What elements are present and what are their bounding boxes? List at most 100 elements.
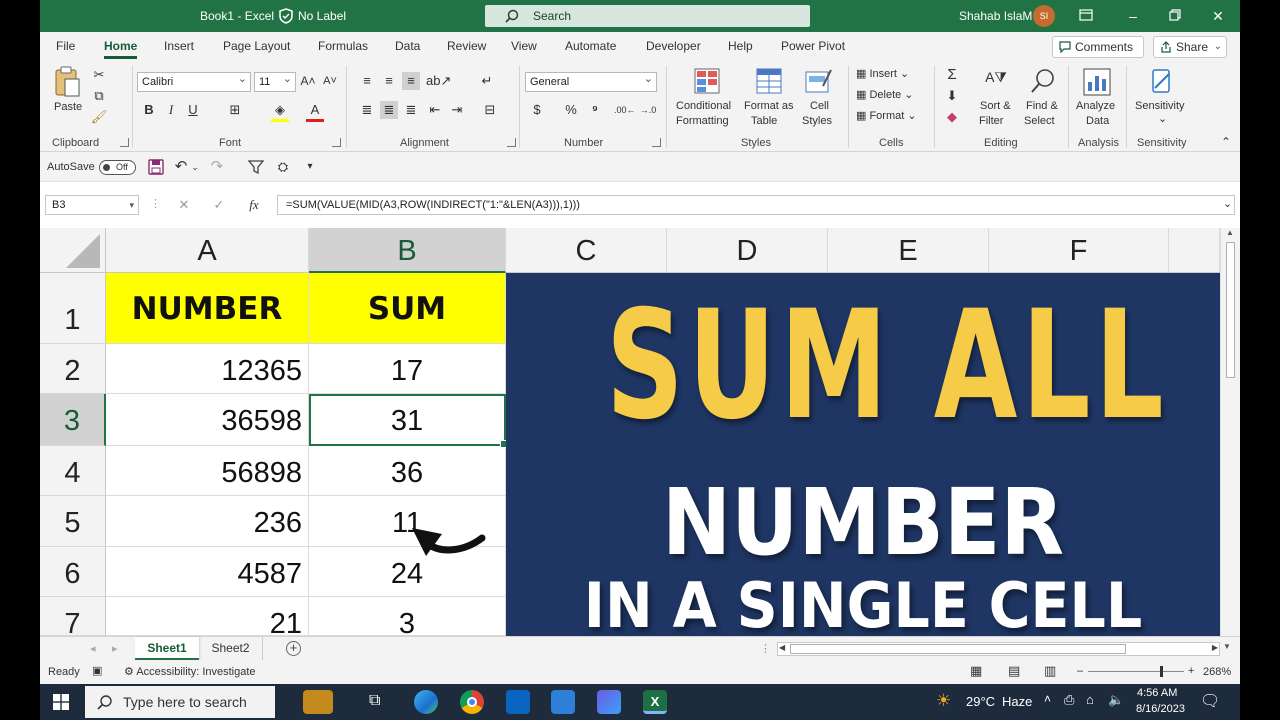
font-size-select[interactable]: 11 <box>254 70 296 92</box>
weather-condition[interactable]: Haze <box>1002 694 1032 709</box>
increase-indent-icon[interactable]: ⇥ <box>448 101 466 119</box>
filter-icon[interactable] <box>248 159 264 175</box>
volume-icon[interactable]: 🔈 <box>1108 692 1124 708</box>
add-sheet-button[interactable]: + <box>286 641 301 656</box>
align-top-icon[interactable]: ≡ <box>358 72 376 90</box>
column-header-e[interactable]: E <box>828 228 989 273</box>
cell-b1[interactable]: SUM <box>309 273 506 344</box>
scroll-down-icon[interactable]: ▼ <box>1223 642 1231 651</box>
tab-help[interactable]: Help <box>728 39 753 53</box>
underline-icon[interactable]: U <box>185 101 201 119</box>
taskbar-search[interactable]: Type here to search <box>85 686 275 718</box>
cell-b7[interactable]: 3 <box>309 597 506 636</box>
horizontal-scrollbar[interactable]: ◀ ▶ <box>777 642 1220 656</box>
avatar[interactable]: SI <box>1033 5 1055 27</box>
cell-a7[interactable]: 21 <box>106 597 309 636</box>
ribbon-display-icon[interactable] <box>1076 6 1096 26</box>
tree-icon[interactable]: ⛭ <box>274 158 292 176</box>
clock-date[interactable]: 8/16/2023 <box>1136 703 1185 715</box>
excel-taskbar-icon[interactable]: X <box>643 690 667 714</box>
align-left-icon[interactable]: ≣ <box>358 101 376 119</box>
expand-formula-icon[interactable]: ⌄ <box>1223 197 1232 211</box>
tab-file[interactable]: File <box>56 39 75 53</box>
decrease-indent-icon[interactable]: ⇤ <box>426 101 444 119</box>
orientation-icon[interactable]: ab↗ <box>426 72 451 90</box>
scroll-left-icon[interactable]: ◀ <box>779 643 785 652</box>
copy-icon[interactable]: ⧉ <box>90 87 108 105</box>
row-header-1[interactable]: 1 <box>40 273 106 344</box>
formula-input[interactable]: =SUM(VALUE(MID(A3,ROW(INDIRECT("1:"&LEN(… <box>277 195 1235 215</box>
meet-now-icon[interactable]: ⎙ <box>1064 692 1074 708</box>
briefcase-icon[interactable] <box>303 690 333 714</box>
italic-icon[interactable]: I <box>163 101 179 119</box>
zoom-level[interactable]: 268% <box>1203 665 1231 679</box>
cut-icon[interactable]: ✂ <box>90 66 108 84</box>
autosave-toggle[interactable]: Off <box>99 160 136 175</box>
comma-style-icon[interactable]: ⁹ <box>586 101 604 119</box>
sheet-tab-sheet1[interactable]: Sheet1 <box>135 637 199 660</box>
font-color-icon[interactable]: A <box>306 101 324 122</box>
weather-temperature[interactable]: 29°C <box>966 694 995 709</box>
scrollbar-thumb[interactable] <box>1226 242 1235 378</box>
cell-a6[interactable]: 4587 <box>106 547 309 597</box>
sensitivity-button[interactable]: Sensitivity ⌄ <box>1132 66 1190 132</box>
borders-icon[interactable]: ⊞ <box>226 101 244 119</box>
wrap-text-icon[interactable]: ↵ <box>478 72 496 90</box>
fill-icon[interactable]: ⬇ <box>942 87 962 105</box>
align-bottom-icon[interactable]: ≡ <box>402 72 420 90</box>
zoom-slider[interactable] <box>1088 666 1184 677</box>
delete-cells-button[interactable]: ▦ Delete ⌄ <box>856 88 914 102</box>
align-center-icon[interactable]: ≣ <box>380 101 398 119</box>
row-header-3[interactable]: 3 <box>40 394 106 446</box>
tab-developer[interactable]: Developer <box>646 39 701 53</box>
currency-icon[interactable]: $ <box>528 101 546 119</box>
sensitivity-label[interactable]: No Label <box>298 9 346 23</box>
align-middle-icon[interactable]: ≡ <box>380 72 398 90</box>
column-header-c[interactable]: C <box>506 228 667 273</box>
tab-power-pivot[interactable]: Power Pivot <box>781 39 845 53</box>
cancel-icon[interactable]: ✕ <box>175 196 193 214</box>
minimize-button[interactable]: – <box>1123 6 1143 26</box>
scroll-right-icon[interactable]: ▶ <box>1212 643 1218 652</box>
tab-insert[interactable]: Insert <box>164 39 194 53</box>
scrollbar-thumb[interactable] <box>790 644 1126 654</box>
windows-start-icon[interactable] <box>53 694 69 710</box>
chrome-icon[interactable] <box>460 690 484 714</box>
find-select-button[interactable]: Find & Select <box>1020 66 1064 132</box>
restore-button[interactable] <box>1165 6 1185 26</box>
redo-icon[interactable]: ↷ <box>208 158 226 176</box>
tab-formulas[interactable]: Formulas <box>318 39 368 53</box>
save-icon[interactable] <box>148 159 164 175</box>
bold-icon[interactable]: B <box>141 101 157 119</box>
fill-color-icon[interactable]: ◈ <box>271 101 289 122</box>
conditional-formatting-button[interactable]: Conditional Formatting <box>674 66 740 132</box>
row-header-5[interactable]: 5 <box>40 496 106 547</box>
zoom-in-icon[interactable]: + <box>1188 664 1194 678</box>
undo-icon[interactable]: ↶ <box>172 158 190 176</box>
cell-a3[interactable]: 36598 <box>106 394 309 446</box>
clock-time[interactable]: 4:56 AM <box>1137 687 1177 699</box>
normal-view-icon[interactable]: ▦ <box>970 664 982 678</box>
format-as-table-button[interactable]: Format as Table <box>743 66 797 132</box>
network-icon[interactable]: ⌂ <box>1086 692 1094 707</box>
customize-qat-icon[interactable]: ▾ <box>304 158 316 176</box>
number-launcher-icon[interactable] <box>652 138 661 147</box>
store-icon[interactable] <box>551 690 575 714</box>
number-format-select[interactable]: General <box>525 70 657 92</box>
column-header-a[interactable]: A <box>106 228 309 273</box>
scroll-up-icon[interactable]: ▲ <box>1226 228 1234 237</box>
spreadsheet-grid[interactable]: A B C D E F 1 2 3 4 5 6 7 NUMBER SUM 123… <box>40 228 1240 640</box>
task-view-icon[interactable]: ⧉ <box>369 692 380 710</box>
chevron-down-icon[interactable]: ⌄ <box>190 158 200 176</box>
cell-b2[interactable]: 17 <box>309 344 506 394</box>
chevron-up-icon[interactable]: ˄ <box>1044 692 1051 706</box>
align-right-icon[interactable]: ≣ <box>402 101 420 119</box>
next-sheet-icon[interactable]: ▸ <box>112 642 118 656</box>
tab-data[interactable]: Data <box>395 39 420 53</box>
user-name[interactable]: Shahab IslaM <box>959 9 1032 23</box>
notifications-icon[interactable]: 🗨 <box>1200 691 1220 711</box>
decrease-font-icon[interactable]: A˅ <box>321 72 339 90</box>
percent-icon[interactable]: % <box>562 101 580 119</box>
column-header-b[interactable]: B <box>309 228 506 273</box>
search-box[interactable]: Search <box>485 5 810 27</box>
